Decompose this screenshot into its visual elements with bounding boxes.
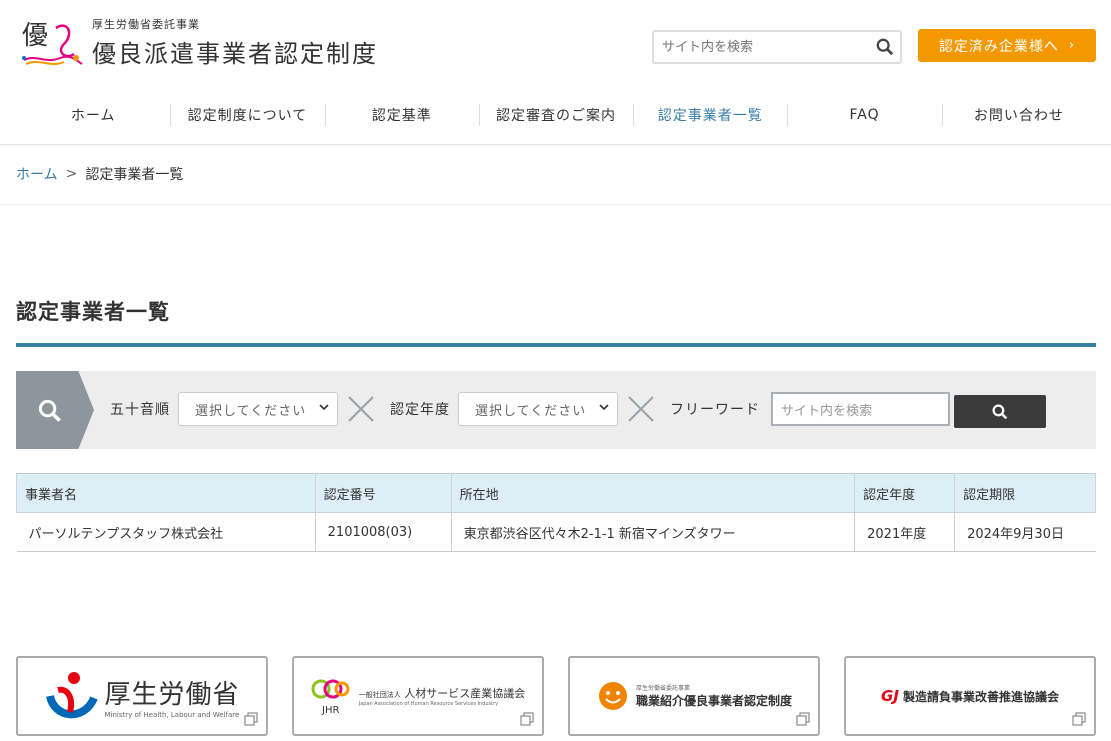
filter-bar: 五十音順 選択してください 認定年度 選択してください フリーワード サイト内を… xyxy=(16,371,1096,449)
nav-item-list[interactable]: 認定事業者一覧 xyxy=(633,100,787,130)
filter-year-select[interactable]: 選択してください xyxy=(458,392,618,426)
chevron-right-icon: › xyxy=(1068,38,1076,53)
certified-companies-table: 事業者名 認定番号 所在地 認定年度 認定期限 パーソルテンプスタッフ株式会社 … xyxy=(16,473,1096,552)
cell-address: 東京都渋谷区代々木2-1-1 新宿マインズタワー xyxy=(450,512,855,552)
banner-contract-title: 製造請負事業改善推進協議会 xyxy=(902,689,1059,704)
search-icon xyxy=(992,403,1008,419)
title-underline xyxy=(16,343,1096,347)
table-header-row: 事業者名 認定番号 所在地 認定年度 認定期限 xyxy=(16,473,1096,513)
jhr-logo-icon xyxy=(311,679,350,698)
external-link-icon xyxy=(244,712,258,726)
banner-jhr[interactable]: JHR 一般社団法人 人材サービス産業協議会 Japan Association… xyxy=(292,656,544,736)
close-icon xyxy=(348,396,374,422)
smile-logo-icon xyxy=(598,682,627,710)
breadcrumb-divider xyxy=(0,204,1111,205)
header-search-input[interactable] xyxy=(654,32,869,62)
filter-kana-select[interactable]: 選択してください xyxy=(178,392,338,426)
banner-mhlw[interactable]: 厚生労働省 Ministry of Health, Labour and Wel… xyxy=(16,656,268,736)
nav-item-contact[interactable]: お問い合わせ xyxy=(941,100,1096,130)
external-link-icon xyxy=(796,712,810,726)
breadcrumb-separator: > xyxy=(65,166,78,182)
table-row: パーソルテンプスタッフ株式会社 2101008(03) 東京都渋谷区代々木2-1… xyxy=(16,512,1096,552)
chevron-down-icon xyxy=(599,404,609,411)
banner-placement[interactable]: 厚生労働省委託事業 職業紹介優良事業者認定制度 xyxy=(568,656,820,736)
filter-search-badge xyxy=(16,371,94,449)
svg-text:優: 優 xyxy=(22,21,48,51)
site-header: 優 厚生労働省委託事業 優良派遣事業者認定制度 認定済み企業様へ › ホーム 認… xyxy=(0,0,1111,145)
column-header-year: 認定年度 xyxy=(854,473,956,513)
breadcrumb-current: 認定事業者一覧 xyxy=(85,167,184,183)
nav-item-about[interactable]: 認定制度について xyxy=(170,100,324,130)
search-icon[interactable] xyxy=(876,38,894,56)
column-header-number: 認定番号 xyxy=(314,473,452,513)
filter-freeword-label: フリーワード xyxy=(670,402,760,418)
mhlw-logo-icon xyxy=(46,672,99,719)
close-icon xyxy=(628,396,654,422)
gj-logo-icon: GJ xyxy=(881,687,899,705)
banner-jhr-mark: JHR xyxy=(322,704,340,716)
banner-mhlw-title: 厚生労働省 xyxy=(104,679,240,710)
nav-item-faq[interactable]: FAQ xyxy=(787,100,941,130)
filter-kana-label: 五十音順 xyxy=(110,402,170,418)
breadcrumb-home-link[interactable]: ホーム xyxy=(16,164,58,184)
banner-placement-title: 職業紹介優良事業者認定制度 xyxy=(635,694,792,708)
filter-search-button[interactable] xyxy=(954,395,1046,428)
page-title: 認定事業者一覧 xyxy=(16,300,170,324)
header-search xyxy=(652,30,902,64)
site-logo[interactable]: 優 厚生労働省委託事業 優良派遣事業者認定制度 xyxy=(16,14,378,70)
nav-item-review[interactable]: 認定審査のご案内 xyxy=(478,100,633,130)
external-link-icon xyxy=(1072,712,1086,726)
cell-year: 2021年度 xyxy=(854,512,955,552)
banner-placement-sub: 厚生労働省委託事業 xyxy=(635,685,690,692)
cell-company-name[interactable]: パーソルテンプスタッフ株式会社 xyxy=(16,512,316,552)
nav-item-criteria[interactable]: 認定基準 xyxy=(324,100,479,130)
certified-companies-button[interactable]: 認定済み企業様へ › xyxy=(918,29,1096,62)
cell-cert-number: 2101008(03) xyxy=(314,512,452,552)
column-header-address: 所在地 xyxy=(450,473,856,513)
banner-mhlw-sub: Ministry of Health, Labour and Welfare xyxy=(104,710,240,719)
search-icon xyxy=(38,399,61,422)
column-header-name: 事業者名 xyxy=(16,473,316,513)
chevron-down-icon xyxy=(319,404,329,411)
filter-year-label: 認定年度 xyxy=(390,402,450,418)
breadcrumb: ホーム > 認定事業者一覧 xyxy=(16,164,183,184)
column-header-expiry: 認定期限 xyxy=(954,473,1096,513)
banner-jhr-title-line: 一般社団法人 人材サービス産業協議会 xyxy=(358,687,526,700)
nav-item-home[interactable]: ホーム xyxy=(16,100,170,130)
banner-contract[interactable]: GJ 製造請負事業改善推進協議会 xyxy=(844,656,1096,736)
filter-freeword-input[interactable]: サイト内を検索 xyxy=(771,392,950,426)
cell-expiry: 2024年9月30日 xyxy=(954,512,1096,552)
logo-title: 優良派遣事業者認定制度 xyxy=(92,39,378,68)
external-link-icon xyxy=(520,712,534,726)
logo-mark-icon: 優 xyxy=(16,14,86,70)
main-nav: ホーム 認定制度について 認定基準 認定審査のご案内 認定事業者一覧 FAQ お… xyxy=(16,100,1096,130)
logo-subtitle: 厚生労働省委託事業 xyxy=(92,17,200,31)
banner-jhr-sub: Japan Association of Human Resource Serv… xyxy=(358,701,499,707)
